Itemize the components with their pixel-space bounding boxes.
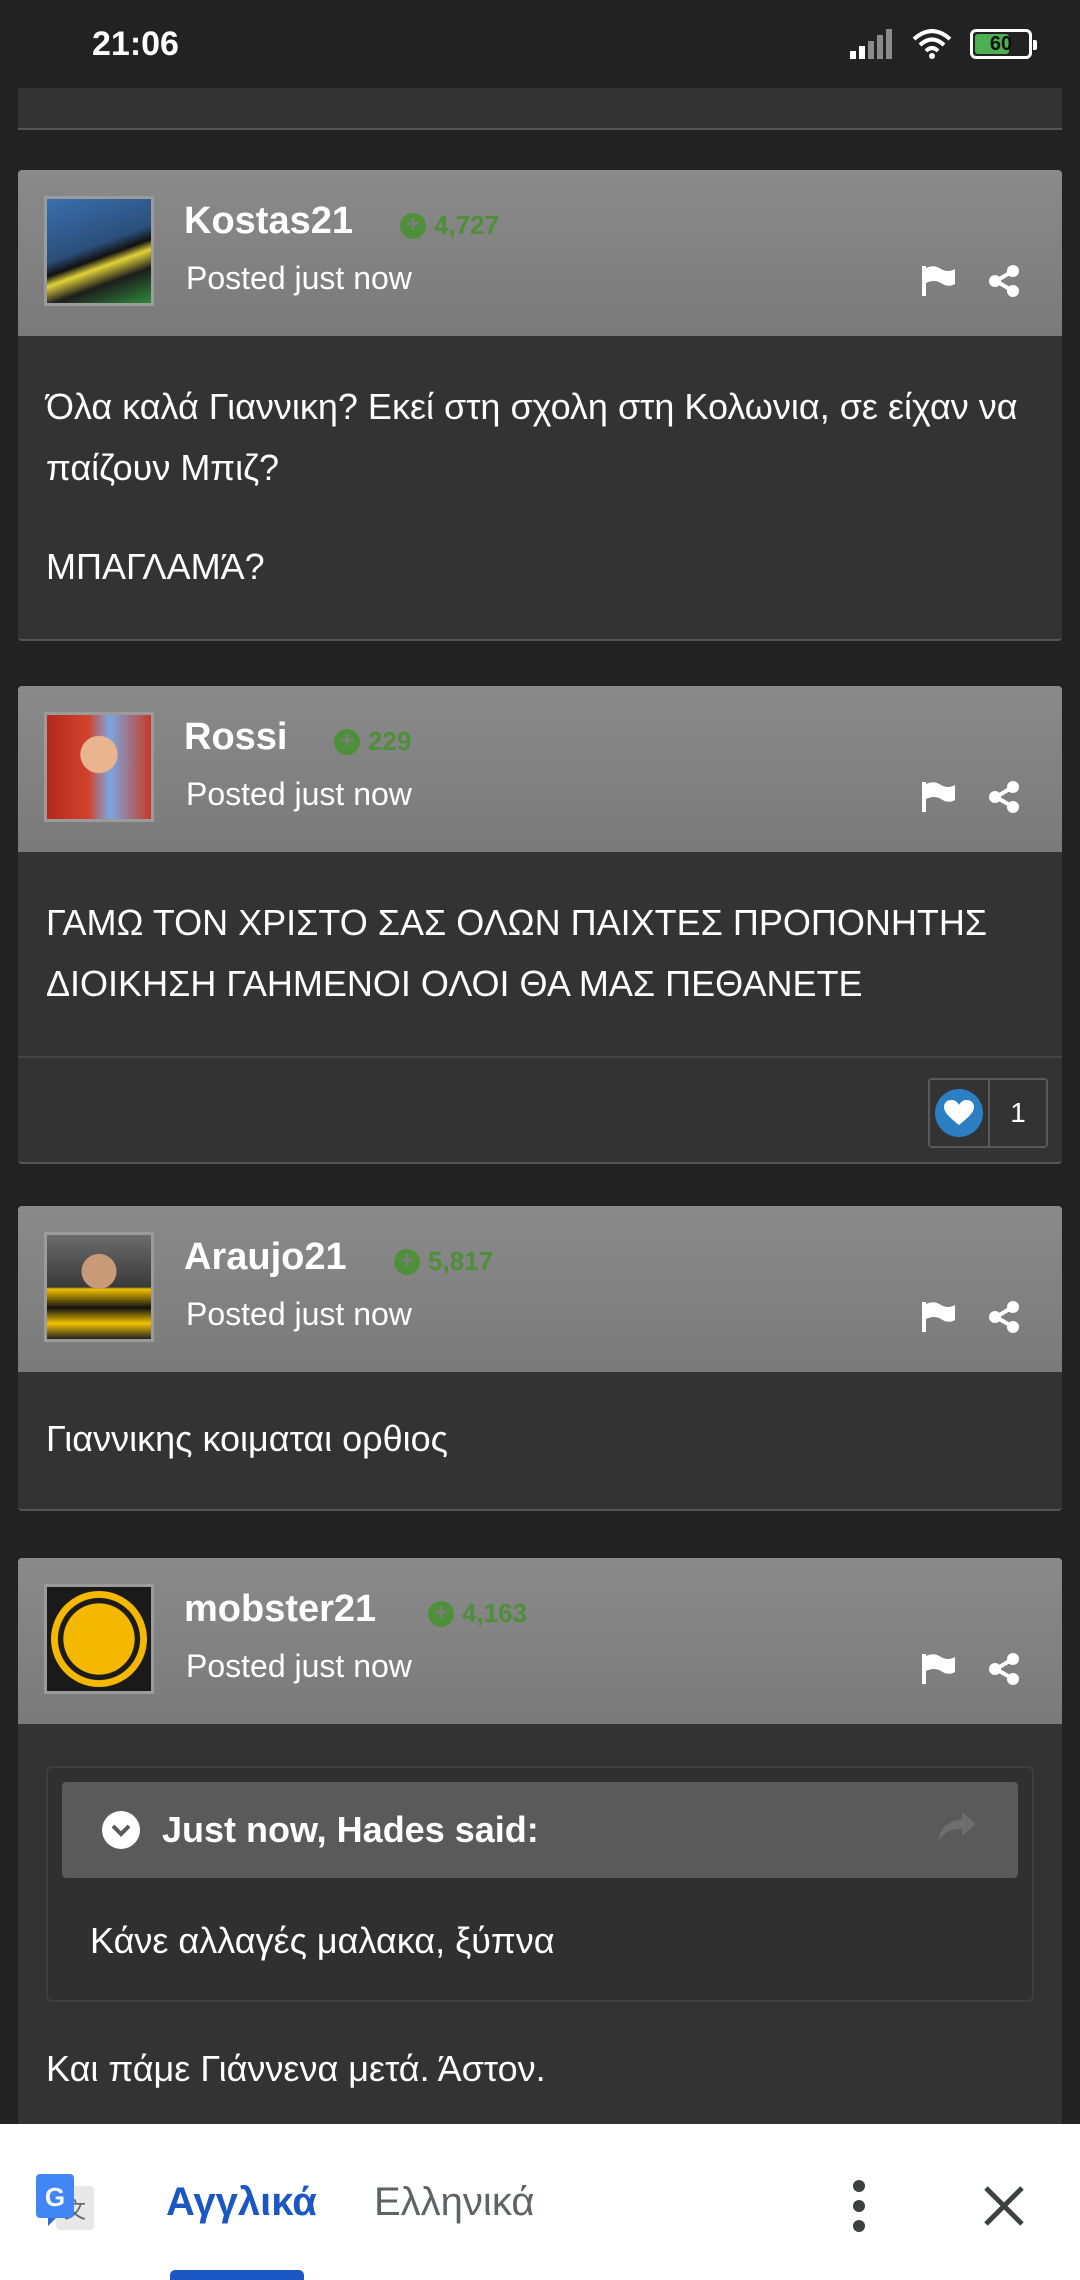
- reputation-badge: + 4,163: [428, 1598, 527, 1629]
- post-timestamp: Posted just now: [186, 1296, 412, 1333]
- share-icon[interactable]: [988, 264, 1020, 298]
- post-username[interactable]: Rossi: [184, 716, 287, 759]
- close-icon[interactable]: [982, 2184, 1026, 2228]
- quote-title: Just now, Hades said:: [162, 1809, 539, 1850]
- posts-feed[interactable]: Kostas21 + 4,727 Posted just now Όλα καλ…: [0, 88, 1080, 2124]
- quote-text: Κάνε αλλαγές μαλακα, ξύπνα: [90, 1920, 555, 1961]
- post-username[interactable]: mobster21: [184, 1588, 376, 1631]
- quote-block: Just now, Hades said: Κάνε αλλαγές μαλακ…: [46, 1766, 1034, 2002]
- plus-circle-icon: +: [400, 212, 426, 239]
- post-header: Araujo21 + 5,817 Posted just now: [18, 1206, 1062, 1372]
- tab-source-language[interactable]: Ελληνικά: [374, 2180, 534, 2225]
- posted-time[interactable]: just now: [295, 1296, 412, 1332]
- reputation-badge: + 229: [334, 726, 411, 757]
- plus-circle-icon: +: [334, 728, 360, 755]
- post-header: mobster21 + 4,163 Posted just now: [18, 1558, 1062, 1724]
- post-timestamp: Posted just now: [186, 260, 412, 297]
- post-username[interactable]: Kostas21: [184, 200, 353, 243]
- post-paragraph: Όλα καλά Γιαννικη? Εκεί στη σχολη στη Κο…: [46, 386, 1018, 488]
- post-username[interactable]: Araujo21: [184, 1236, 347, 1279]
- reaction-button[interactable]: 1: [928, 1078, 1048, 1148]
- battery-icon: 60: [970, 29, 1037, 59]
- post-content: Γιαννικης κοιμαται ορθιος: [18, 1372, 1062, 1509]
- posted-label: Posted: [186, 260, 286, 296]
- flag-icon[interactable]: [922, 266, 956, 296]
- post-paragraph: Και πάμε Γιάννενα μετά. Άστον.: [46, 2048, 546, 2089]
- reputation-badge: + 4,727: [400, 210, 499, 241]
- posted-label: Posted: [186, 776, 286, 812]
- svg-text:G: G: [45, 2182, 65, 2212]
- posted-label: Posted: [186, 1296, 286, 1332]
- flag-icon[interactable]: [922, 782, 956, 812]
- reply-arrow-icon[interactable]: [936, 1810, 978, 1844]
- post-content: Όλα καλά Γιαννικη? Εκεί στη σχολη στη Κο…: [18, 336, 1062, 639]
- posted-label: Posted: [186, 1648, 286, 1684]
- post-content: ΓΑΜΩ ΤΟΝ ΧΡΙΣΤΟ ΣΑΣ ΟΛΩΝ ΠΑΙΧΤΕΣ ΠΡΟΠΟΝΗ…: [18, 852, 1062, 1056]
- status-bar: 21:06 60: [0, 0, 1080, 88]
- post-paragraph: Γιαννικης κοιμαται ορθιος: [46, 1418, 449, 1459]
- flag-icon[interactable]: [922, 1654, 956, 1684]
- heart-icon: [935, 1089, 983, 1137]
- share-icon[interactable]: [988, 1652, 1020, 1686]
- status-time: 21:06: [92, 24, 179, 63]
- post-card: Araujo21 + 5,817 Posted just now Γιαννικ…: [18, 1206, 1062, 1511]
- reputation-value: 4,163: [462, 1598, 528, 1628]
- post-card: Kostas21 + 4,727 Posted just now Όλα καλ…: [18, 170, 1062, 641]
- post-header: Kostas21 + 4,727 Posted just now: [18, 170, 1062, 336]
- reputation-value: 5,817: [428, 1246, 494, 1276]
- post-paragraph: ΜΠΑΓΛΑΜΆ?: [46, 546, 265, 587]
- post-card: mobster21 + 4,163 Posted just now Just n…: [18, 1558, 1062, 2124]
- reputation-value: 4,727: [434, 210, 500, 240]
- post-card: Rossi + 229 Posted just now ΓΑΜΩ ΤΟΝ ΧΡΙ…: [18, 686, 1062, 1164]
- post-header: Rossi + 229 Posted just now: [18, 686, 1062, 852]
- reaction-bar: 1: [18, 1056, 1062, 1162]
- more-vert-icon[interactable]: [842, 2178, 876, 2234]
- active-tab-indicator: [170, 2270, 304, 2280]
- posted-time[interactable]: just now: [295, 260, 412, 296]
- reputation-value: 229: [368, 726, 412, 756]
- reaction-count: 1: [1010, 1097, 1026, 1128]
- signal-icon: [850, 29, 892, 59]
- posted-time[interactable]: just now: [295, 1648, 412, 1684]
- reputation-badge: + 5,817: [394, 1246, 493, 1277]
- reaction-heart: [930, 1080, 990, 1146]
- posted-time[interactable]: just now: [295, 776, 412, 812]
- plus-circle-icon: +: [394, 1248, 420, 1275]
- translate-bar: 文 G Αγγλικά Ελληνικά: [0, 2124, 1080, 2280]
- battery-level: 60: [989, 32, 1013, 55]
- wifi-icon: [912, 29, 952, 59]
- previous-post-tail: [18, 88, 1062, 130]
- post-paragraph: ΓΑΜΩ ΤΟΝ ΧΡΙΣΤΟ ΣΑΣ ΟΛΩΝ ΠΑΙΧΤΕΣ ΠΡΟΠΟΝΗ…: [46, 902, 988, 1004]
- status-icons: 60: [850, 29, 1037, 59]
- plus-circle-icon: +: [428, 1600, 454, 1627]
- referee-avatar[interactable]: [44, 196, 154, 306]
- player-avatar[interactable]: [44, 1232, 154, 1342]
- share-icon[interactable]: [988, 1300, 1020, 1334]
- flag-icon[interactable]: [922, 1302, 956, 1332]
- google-translate-icon[interactable]: 文 G: [34, 2172, 96, 2234]
- share-icon[interactable]: [988, 780, 1020, 814]
- athlete-avatar[interactable]: [44, 712, 154, 822]
- quote-header[interactable]: Just now, Hades said:: [62, 1782, 1018, 1878]
- eagle-crest-avatar[interactable]: [44, 1584, 154, 1694]
- post-timestamp: Posted just now: [186, 1648, 412, 1685]
- tab-target-language[interactable]: Αγγλικά: [166, 2180, 317, 2225]
- chevron-down-icon[interactable]: [102, 1811, 140, 1849]
- post-timestamp: Posted just now: [186, 776, 412, 813]
